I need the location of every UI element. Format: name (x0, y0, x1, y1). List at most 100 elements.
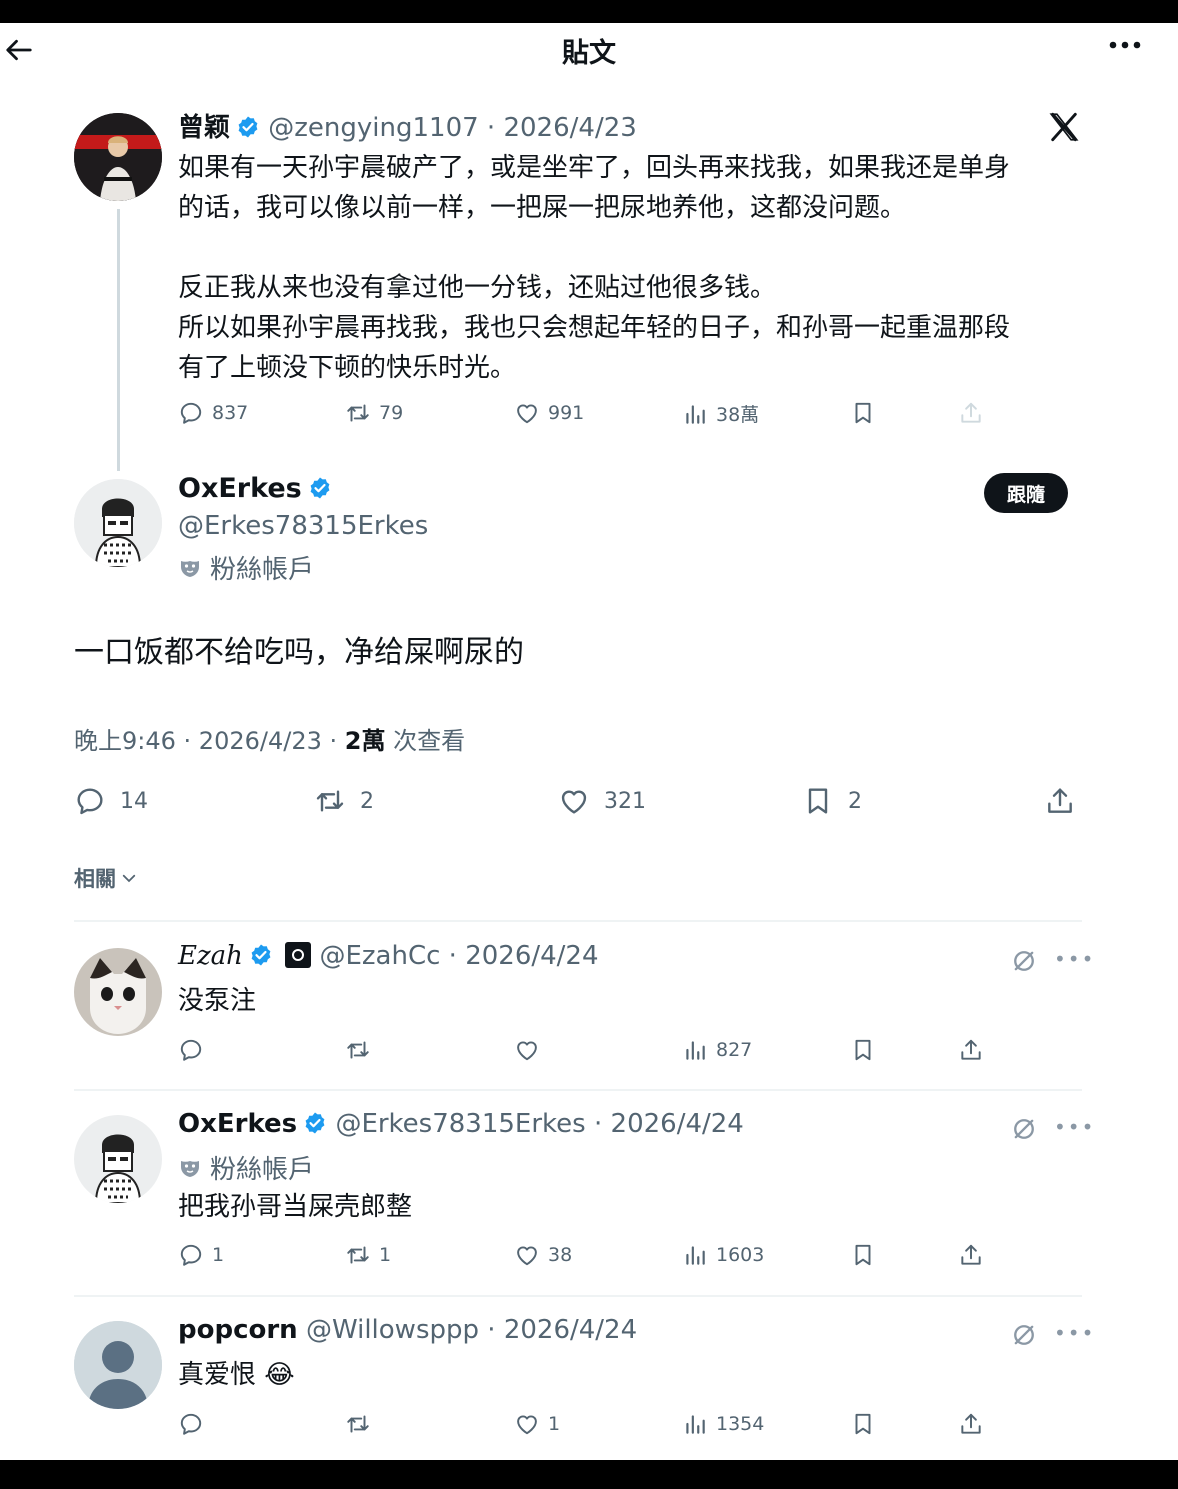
repost-icon (345, 1037, 371, 1063)
share-icon (958, 400, 984, 426)
more-options-icon[interactable]: ••• (1054, 947, 1095, 971)
author-name[interactable]: popcorn (178, 1315, 298, 1345)
repost-action[interactable]: 1 (345, 1242, 391, 1268)
repost-action[interactable]: 2 (314, 785, 374, 817)
bookmark-action[interactable] (850, 400, 876, 426)
author-handle[interactable]: @EzahCc (319, 941, 440, 971)
repost-action[interactable] (345, 1037, 379, 1063)
share-icon (958, 1242, 984, 1268)
bookmark-action[interactable] (850, 1242, 876, 1268)
views-count: 1603 (716, 1244, 765, 1266)
thread-line (117, 209, 120, 471)
views-icon (682, 1037, 708, 1063)
divider (74, 1295, 1082, 1297)
reply-icon (178, 1411, 204, 1437)
repost-action[interactable] (345, 1411, 379, 1437)
verified-badge-icon (303, 1111, 327, 1135)
share-action[interactable] (958, 1037, 984, 1063)
author-name[interactable]: Ezah (178, 941, 243, 971)
repost-action[interactable]: 79 (345, 400, 403, 426)
reply-action[interactable]: 837 (178, 400, 248, 426)
views-count: 1354 (716, 1413, 765, 1435)
author-handle[interactable]: @zengying1107 (268, 113, 478, 143)
post-date: 2026/4/24 (503, 1315, 638, 1345)
post-date: 2026/4/24 (465, 941, 599, 971)
more-options-icon[interactable]: ••• (1054, 1321, 1095, 1345)
grok-icon[interactable] (1010, 1115, 1038, 1143)
author-name[interactable]: 曾颖 (178, 113, 230, 143)
separator-dot: · (479, 1315, 504, 1345)
related-toggle[interactable]: 相關 (74, 863, 138, 893)
repost-count: 2 (360, 788, 374, 814)
avatar[interactable] (74, 479, 162, 567)
views-action[interactable]: 1354 (682, 1411, 764, 1437)
quoted-text: 如果有一天孙宇晨破产了，或是坐牢了，回头再来找我，如果我还是单身 的话，我可以像… (178, 148, 1098, 388)
bookmark-action[interactable]: 2 (802, 785, 862, 817)
related-label: 相關 (74, 867, 116, 891)
share-action[interactable] (958, 1242, 984, 1268)
affiliate-badge-icon (285, 942, 312, 968)
like-action[interactable]: 321 (558, 785, 646, 817)
like-count: 1 (548, 1413, 561, 1435)
share-action[interactable] (958, 400, 984, 426)
reply-action[interactable] (178, 1037, 212, 1063)
share-action[interactable] (1044, 785, 1076, 817)
reply-action[interactable] (178, 1411, 212, 1437)
repost-icon (345, 400, 371, 426)
chevron-down-icon (122, 874, 136, 883)
views-action[interactable]: 1603 (682, 1242, 764, 1268)
fan-account-badge: 粉絲帳戶 (178, 1149, 314, 1186)
separator-dot: · (321, 727, 345, 755)
like-count: 321 (604, 788, 646, 814)
reply-action[interactable]: 14 (74, 785, 148, 817)
bookmark-action[interactable] (850, 1411, 876, 1437)
reply-count: 1 (212, 1244, 225, 1266)
reply-icon (178, 400, 204, 426)
author-handle[interactable]: @Erkes78315Erkes (335, 1109, 585, 1139)
separator-dot: · (440, 941, 466, 971)
like-action[interactable]: 38 (514, 1242, 572, 1268)
like-action[interactable]: 1 (514, 1411, 560, 1437)
avatar[interactable] (74, 948, 162, 1036)
author-name[interactable]: OxErkes (178, 1109, 297, 1139)
share-action[interactable] (958, 1411, 984, 1437)
reply-count: 14 (120, 788, 148, 814)
reply-icon (178, 1242, 204, 1268)
text-line: 反正我从来也没有拿过他一分钱，还贴过他很多钱。 (178, 273, 777, 303)
reply-action[interactable]: 1 (178, 1242, 224, 1268)
main-author-name-row: OxErkes (178, 473, 332, 504)
verified-badge-icon (236, 115, 260, 139)
like-icon (558, 785, 590, 817)
bookmark-count: 2 (848, 788, 862, 814)
post-screen: 貼文 曾颖 @zengying1107 · 2026/4/23 如果有一天孙宇晨… (0, 23, 1178, 1460)
views-icon (682, 1411, 708, 1437)
bookmark-icon (850, 1411, 876, 1437)
views-action[interactable]: 38萬 (682, 400, 759, 427)
like-count: 991 (548, 402, 585, 424)
badge-label: 粉絲帳戶 (210, 555, 315, 585)
post-date: 2026/4/23 (503, 113, 637, 143)
repost-count: 79 (379, 402, 404, 424)
more-options-icon[interactable]: ••• (1054, 1115, 1095, 1139)
views-count: 38萬 (716, 404, 760, 426)
bookmark-action[interactable] (850, 1037, 876, 1063)
author-handle[interactable]: @Erkes78315Erkes (178, 511, 428, 541)
author-handle[interactable]: @Willowsppp (306, 1315, 479, 1345)
avatar[interactable] (74, 1115, 162, 1203)
share-icon (958, 1411, 984, 1437)
avatar[interactable] (74, 113, 162, 201)
like-action[interactable] (514, 1037, 548, 1063)
author-name[interactable]: OxErkes (178, 473, 302, 504)
verified-badge-icon (308, 476, 332, 500)
text-line: 有了上顿没下顿的快乐时光。 (178, 353, 517, 383)
more-options-icon[interactable] (1105, 35, 1145, 55)
views-action[interactable]: 827 (682, 1037, 752, 1063)
grok-icon[interactable] (1010, 947, 1038, 975)
post-date: 2026/4/23 (198, 727, 322, 755)
follow-button[interactable]: 跟隨 (984, 473, 1068, 513)
reply-text: 真爱恨 😂 (178, 1360, 295, 1390)
repost-count: 1 (379, 1244, 392, 1266)
avatar[interactable] (74, 1321, 162, 1409)
like-action[interactable]: 991 (514, 400, 584, 426)
grok-icon[interactable] (1010, 1321, 1038, 1349)
